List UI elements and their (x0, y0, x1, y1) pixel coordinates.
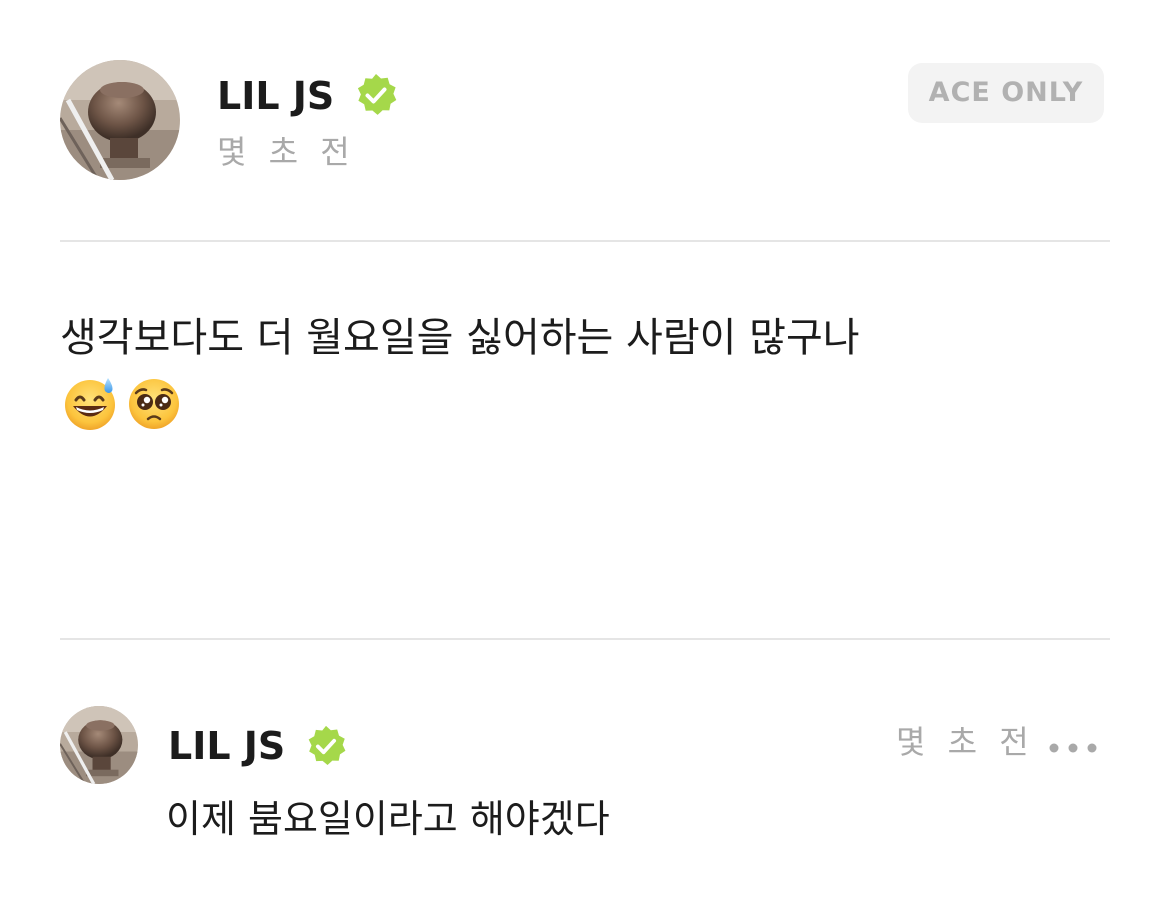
divider (60, 240, 1110, 242)
author-avatar[interactable] (60, 60, 180, 180)
ace-only-badge: ACE ONLY (908, 63, 1104, 123)
post-text: 생각보다도 더 월요일을 싫어하는 사람이 많구나 (60, 315, 860, 361)
avatar-photo (60, 60, 180, 180)
verified-badge-icon (353, 72, 399, 118)
pleading-face-icon (126, 375, 182, 431)
comment-author-avatar[interactable] (60, 706, 138, 784)
post-body: 생각보다도 더 월요일을 싫어하는 사람이 많구나 (60, 310, 1110, 366)
verified-badge-icon (304, 724, 348, 768)
grinning-face-with-sweat-icon (62, 375, 118, 431)
comment-author-name[interactable]: LIL JS (168, 724, 285, 768)
comment: LIL JS 몇 초 전 이제 붐요일이라고 해야겠다 (60, 706, 1110, 856)
avatar-photo (60, 706, 138, 784)
post-timestamp: 몇 초 전 (217, 133, 356, 171)
post-header: LIL JS 몇 초 전 ACE ONLY (60, 60, 1110, 180)
more-options-button[interactable] (1044, 728, 1104, 768)
comment-timestamp: 몇 초 전 (896, 723, 1035, 761)
more-horizontal-icon (1049, 743, 1097, 753)
comment-text: 이제 붐요일이라고 해야겠다 (166, 797, 610, 841)
emoji-row (60, 375, 260, 431)
author-name[interactable]: LIL JS (217, 74, 334, 118)
divider (60, 638, 1110, 640)
